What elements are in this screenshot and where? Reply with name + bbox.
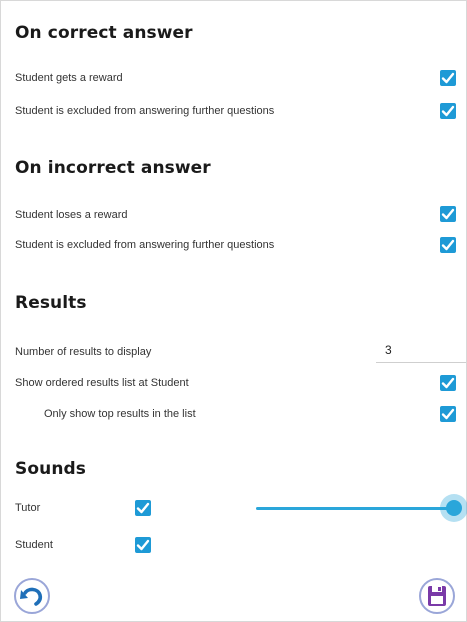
undo-button[interactable]	[14, 578, 50, 614]
only-top-results-checkbox[interactable]	[440, 406, 456, 422]
student-sound-label: Student	[15, 539, 53, 551]
checkmark-icon	[441, 72, 455, 84]
incorrect-exclude-checkbox[interactable]	[440, 237, 456, 253]
only-top-results-label: Only show top results in the list	[44, 408, 196, 420]
tutor-sound-checkbox[interactable]	[135, 500, 151, 516]
save-button[interactable]	[419, 578, 455, 614]
incorrect-reward-label: Student loses a reward	[15, 209, 128, 221]
section-title-sounds: Sounds	[15, 459, 87, 479]
checkmark-icon	[136, 502, 150, 514]
results-count-label: Number of results to display	[15, 346, 152, 358]
results-count-input[interactable]: 3	[376, 341, 466, 363]
incorrect-exclude-label: Student is excluded from answering furth…	[15, 239, 275, 251]
correct-reward-label: Student gets a reward	[15, 72, 123, 84]
settings-panel: On correct answer Student gets a reward …	[0, 0, 467, 622]
tutor-volume-slider-thumb[interactable]	[446, 500, 462, 516]
correct-reward-checkbox[interactable]	[440, 70, 456, 86]
checkmark-icon	[441, 239, 455, 251]
checkmark-icon	[441, 408, 455, 420]
checkmark-icon	[441, 208, 455, 220]
show-ordered-results-checkbox[interactable]	[440, 375, 456, 391]
incorrect-reward-checkbox[interactable]	[440, 206, 456, 222]
student-sound-checkbox[interactable]	[135, 537, 151, 553]
section-title-results: Results	[15, 293, 87, 313]
tutor-sound-label: Tutor	[15, 502, 41, 514]
section-title-incorrect: On incorrect answer	[15, 158, 211, 178]
correct-exclude-checkbox[interactable]	[440, 103, 456, 119]
checkmark-icon	[441, 105, 455, 117]
results-count-value: 3	[385, 343, 392, 357]
tutor-volume-slider-track[interactable]	[256, 507, 454, 510]
floppy-disk-icon	[428, 586, 446, 606]
show-ordered-results-label: Show ordered results list at Student	[15, 377, 189, 389]
section-title-correct: On correct answer	[15, 23, 193, 43]
undo-icon	[20, 587, 43, 606]
checkmark-icon	[441, 377, 455, 389]
correct-exclude-label: Student is excluded from answering furth…	[15, 105, 275, 117]
checkmark-icon	[136, 539, 150, 551]
